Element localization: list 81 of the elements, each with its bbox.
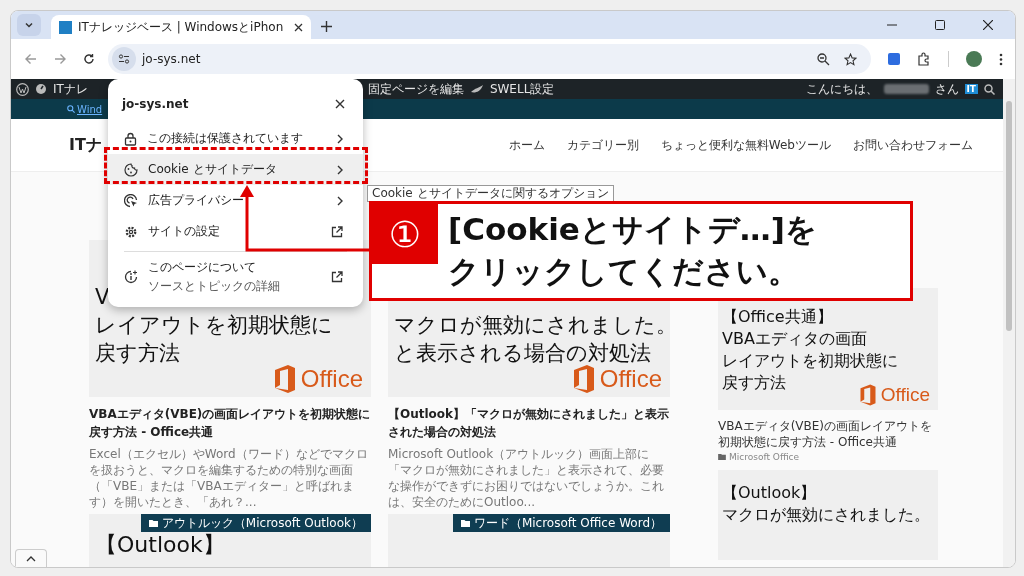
close-icon[interactable] [294,22,303,32]
lock-icon [124,131,137,146]
thumbnail-text: マクロが無効にされました。 [722,504,930,526]
menu-icon[interactable] [999,52,1003,66]
new-tab-icon[interactable] [321,21,332,32]
browser-tab[interactable]: ITナレッジベース | WindowsとiPhon [51,15,311,39]
step-badge: ① [372,204,438,264]
greeting-suffix: さん [934,80,959,98]
nav-link[interactable]: お問い合わせフォーム [853,136,973,154]
folder-icon [718,454,726,460]
zoom-icon[interactable] [817,52,830,66]
menu-item[interactable]: このページについて ソースとトピックの詳細 [108,256,363,298]
forward-icon[interactable] [54,53,66,65]
site-info-icon[interactable] [112,47,136,71]
menu-item-description: ソースとトピックの詳細 [148,278,281,295]
post-thumbnail[interactable]: 【Office共通】 VBAエディタの画面 レイアウトを初期状態に 戻す方法 Office [718,288,938,410]
thumbnail-text: V [95,284,110,311]
site-logo[interactable]: ITナ [69,134,102,156]
category-tag[interactable]: アウトルック（Microsoft Outlook） [140,514,371,532]
info-icon [124,270,138,284]
thumbnail-text: 【Outlook】 [95,533,225,556]
tab-search-button[interactable] [17,14,41,36]
user-avatar[interactable]: IT [964,84,978,94]
post-thumbnail[interactable]: アウトルック（Microsoft Outlook） 【Outlook】 [89,514,371,567]
post-title[interactable]: VBAエディタ(VBE)の画面レイアウトを初期状態に戻す方法 - Office共通 [718,418,938,450]
post-thumbnail[interactable]: 【Outlook】 マクロが無効にされました。 [718,470,938,560]
cookie-icon [124,162,138,177]
post-excerpt: Excel（エクセル）やWord（ワード）などでマクロを扱おうと、マクロを編集するための特別な画面（「VBE」または「VBAエディター」と呼ばれます）を開いたとき、「あれ？... [89,446,369,510]
thumbnail-text: 戻す方法 [95,340,180,367]
caret-up-icon [26,555,36,562]
folder-icon [460,519,470,527]
popup-title: jo-sys.net [122,97,189,111]
wordpress-icon[interactable] [16,82,29,96]
address-bar[interactable]: jo-sys.net [108,44,871,74]
post-excerpt: Microsoft Outlook（アウトルック）画面上部に「マクロが無効にされました」と表示されて、必要な操作ができずにお困りではないでしょうか。これは、安全のためにOutloo... [388,446,665,510]
admin-bar-link[interactable]: 固定ページを編集 [367,80,464,98]
menu-item[interactable]: Cookie とサイトデータ [108,154,363,185]
target-icon [124,193,138,208]
close-icon[interactable] [983,20,993,30]
nav-link[interactable]: ちょっと便利な無料Webツール [660,136,831,154]
site-name-link[interactable]: ITナレ [53,80,88,98]
folder-icon [148,519,158,527]
chevron-down-icon [24,20,34,30]
maximize-icon[interactable] [935,20,945,30]
scroll-top-button[interactable] [15,549,47,567]
thumbnail-text: 【Outlook】 [722,482,817,504]
admin-bar-link[interactable]: SWELL設定 [489,80,555,98]
office-logo: Office [571,364,662,394]
back-icon[interactable] [25,53,37,65]
close-icon[interactable] [335,99,345,109]
category-link[interactable]: Microsoft Office [718,452,938,462]
search-icon[interactable] [984,83,995,95]
blurred-name [883,84,929,94]
breadcrumb-link[interactable]: Wind [77,103,103,115]
post-title[interactable]: 【Outlook】「マクロが無効にされました」と表示された場合の対処法 [388,405,670,441]
thumbnail-text: VBAエディタの画面 [722,328,867,350]
dashboard-icon [35,83,47,95]
reload-icon[interactable] [83,53,95,65]
menu-item[interactable]: この接続は保護されています [108,123,363,154]
thumbnail-text: と表示される場合の対処法 [394,340,651,367]
search-icon [67,105,75,113]
scrollbar[interactable] [1003,79,1015,567]
post-title[interactable]: VBAエディタ(VBE)の画面レイアウトを初期状態に戻す方法 - Office共通 [89,405,371,441]
thumbnail-text: レイアウトを初期状態に [95,312,333,339]
thumbnail-text: レイアウトを初期状態に [722,350,898,372]
nav-link[interactable]: カテゴリー別 [566,136,639,154]
thumbnail-text: 戻す方法 [722,372,786,394]
profile-avatar[interactable] [966,51,982,67]
office-logo: Office [858,383,930,407]
settings-icon [124,224,138,239]
favicon-icon [59,20,72,34]
url-text: jo-sys.net [142,52,201,66]
greeting-text: こんにちは、 [805,80,878,98]
star-icon[interactable] [844,52,857,66]
thumbnail-text: 【Office共通】 [722,306,833,328]
nav-link[interactable]: ホーム [508,136,545,154]
puzzle-icon[interactable] [917,52,931,66]
extension-icon[interactable] [888,53,900,65]
post-thumbnail[interactable]: ワード（Microsoft Office Word） [388,514,670,567]
category-tag[interactable]: ワード（Microsoft Office Word） [452,514,670,532]
office-logo: Office [272,364,363,394]
